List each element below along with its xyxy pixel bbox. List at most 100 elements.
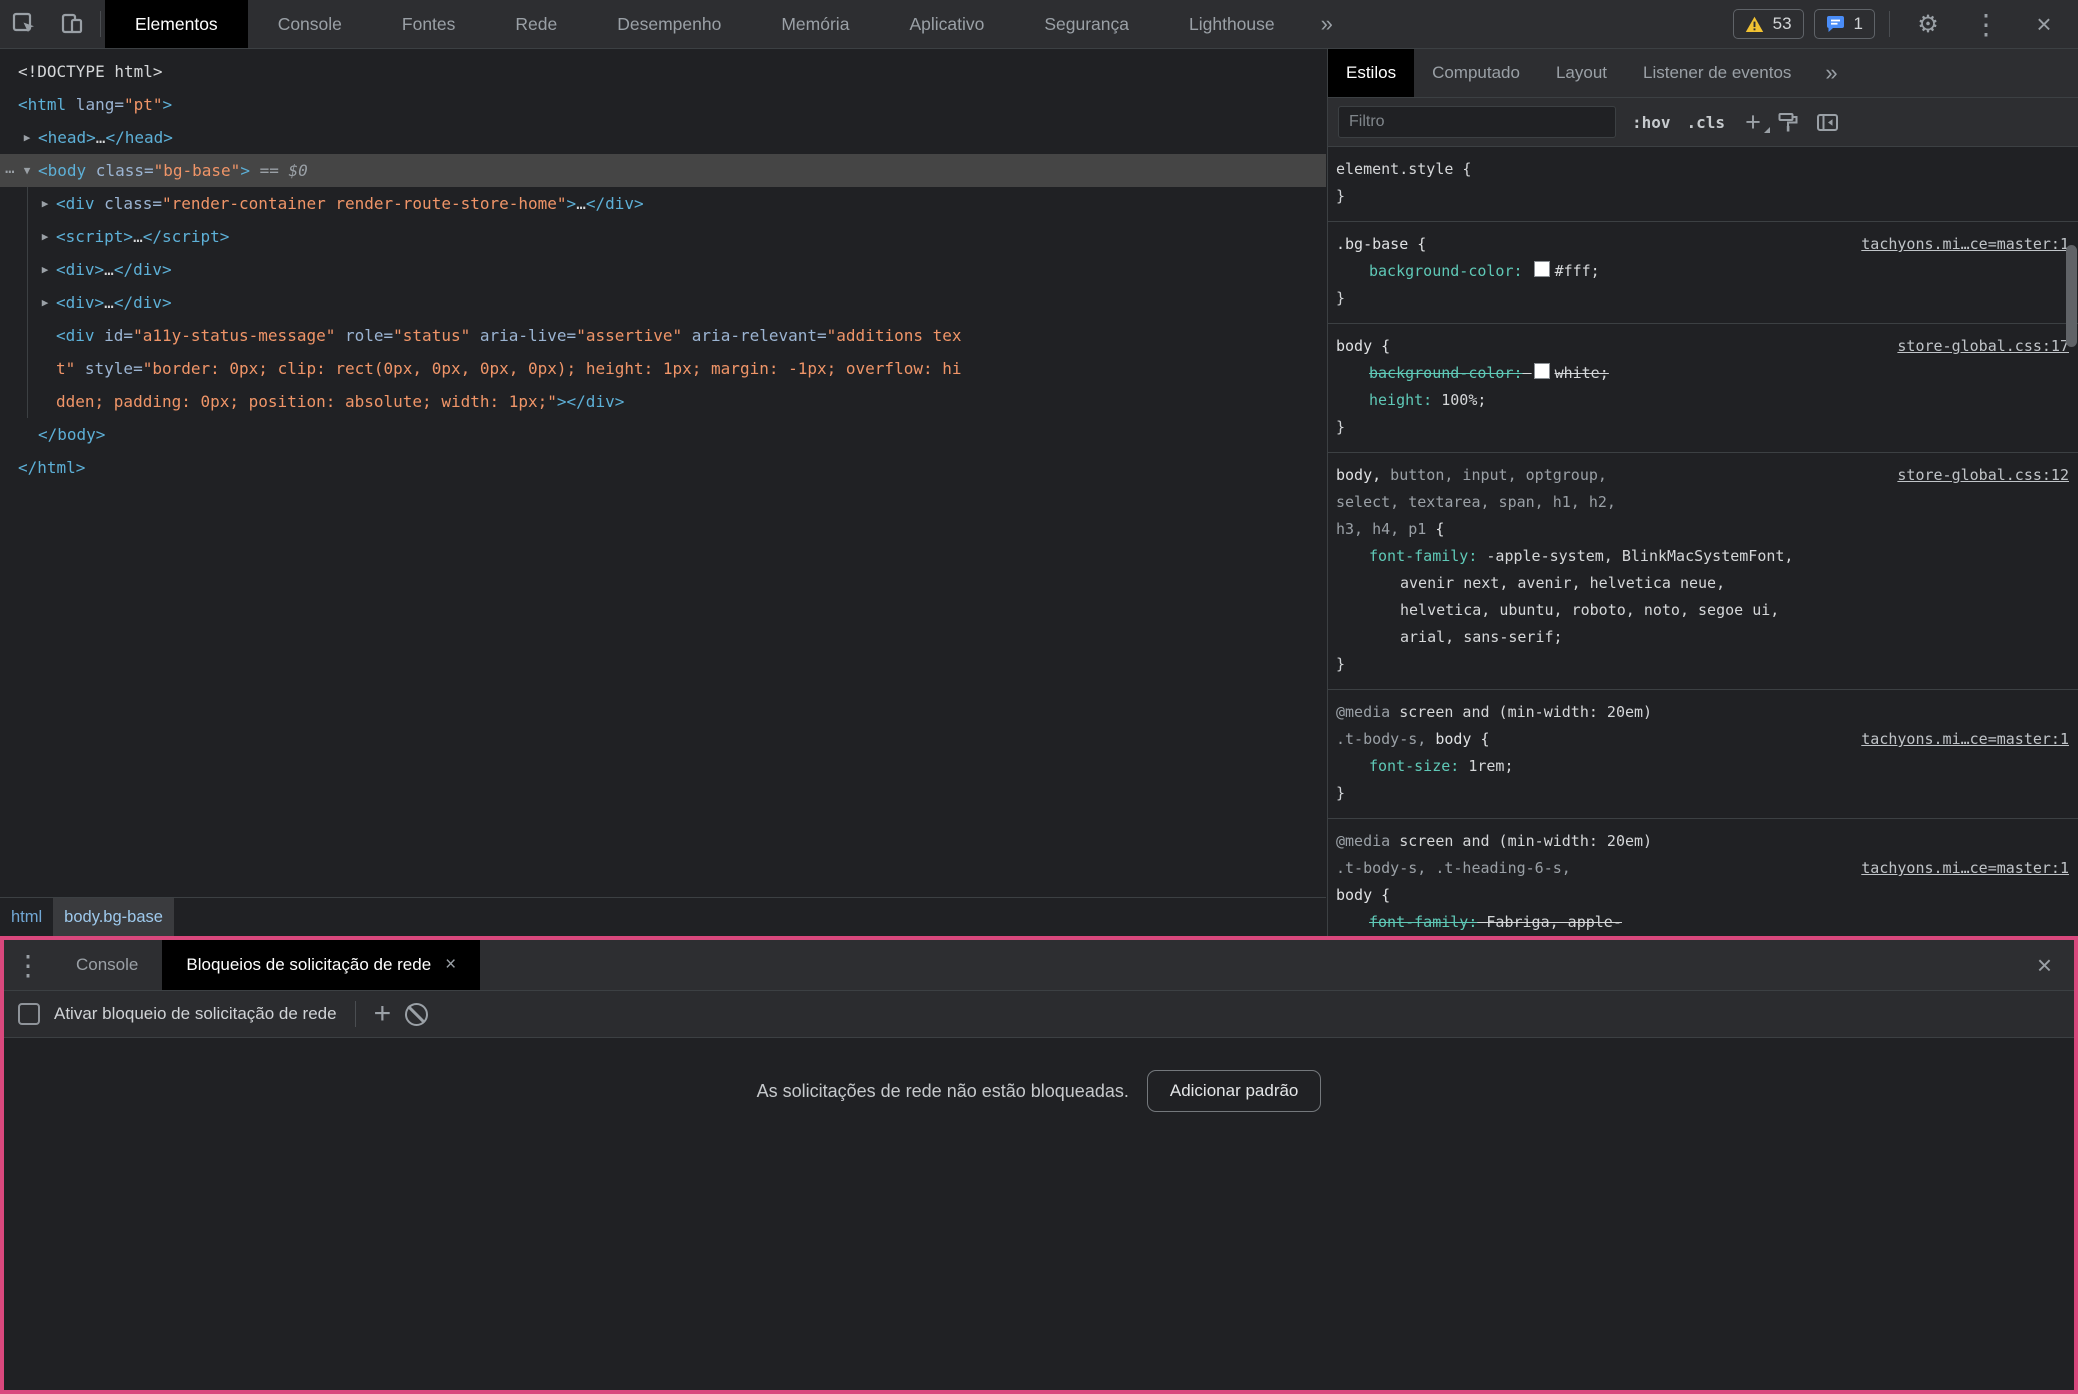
toolbar-separator bbox=[100, 11, 101, 37]
devtools-tab-aplicativo[interactable]: Aplicativo bbox=[879, 0, 1014, 48]
enable-network-blocking-checkbox[interactable] bbox=[18, 1003, 40, 1025]
css-declaration[interactable]: font-family: -apple-system, BlinkMacSyst… bbox=[1336, 543, 2069, 570]
expand-arrow-icon[interactable]: ▶ bbox=[38, 220, 52, 253]
dom-tree-node[interactable]: <div id="a11y-status-message" role="stat… bbox=[0, 319, 1326, 352]
dom-tree: <!DOCTYPE html><html lang="pt">▶<head>…<… bbox=[0, 49, 1326, 897]
inspect-element-icon[interactable] bbox=[0, 0, 48, 48]
css-declaration[interactable]: font-family: Fabriga, apple- bbox=[1336, 909, 2069, 936]
dom-tree-node[interactable]: </html> bbox=[0, 451, 1326, 484]
dom-tree-node[interactable]: ▶<div>…</div> bbox=[0, 253, 1326, 286]
new-style-rule-icon[interactable]: + bbox=[1745, 112, 1761, 132]
enable-network-blocking-label[interactable]: Ativar bloqueio de solicitação de rede bbox=[54, 1004, 337, 1024]
style-rule: body {store-global.css:17background-colo… bbox=[1328, 324, 2078, 453]
drawer-toolbar: Ativar bloqueio de solicitação de rede + bbox=[4, 991, 2074, 1038]
paint-roller-icon[interactable] bbox=[1777, 111, 1800, 134]
more-sidebar-tabs-icon[interactable]: » bbox=[1809, 49, 1853, 97]
stylesheet-link[interactable]: tachyons.mi…ce=master:1 bbox=[1861, 231, 2069, 258]
devtools-tab-elementos[interactable]: Elementos bbox=[105, 0, 248, 48]
devtools-tab-console[interactable]: Console bbox=[248, 0, 372, 48]
expand-arrow-icon[interactable]: ▼ bbox=[20, 154, 34, 187]
dom-tree-node[interactable]: ▶<div class="render-container render-rou… bbox=[0, 187, 1326, 220]
drawer-tab-bloqueios-de-solicitacao-de-rede[interactable]: Bloqueios de solicitação de rede× bbox=[162, 940, 480, 990]
add-pattern-icon[interactable]: + bbox=[374, 1002, 392, 1026]
dom-tree-node[interactable]: t" style="border: 0px; clip: rect(0px, 0… bbox=[0, 352, 1326, 385]
close-devtools-icon[interactable]: × bbox=[2020, 9, 2068, 40]
devtools-tab-desempenho[interactable]: Desempenho bbox=[587, 0, 751, 48]
add-pattern-button[interactable]: Adicionar padrão bbox=[1147, 1070, 1322, 1112]
rule-close-brace: } bbox=[1336, 780, 2069, 807]
close-drawer-icon[interactable]: × bbox=[2029, 940, 2060, 990]
message-bubble-icon bbox=[1826, 15, 1845, 33]
rule-selector[interactable]: select, textarea, span, h1, h2, bbox=[1336, 489, 2069, 516]
drawer-tabs: ConsoleBloqueios de solicitação de rede× bbox=[52, 940, 480, 990]
kebab-menu-icon[interactable]: ⋮ bbox=[1962, 8, 2010, 41]
inspect-cursor-glyph bbox=[11, 11, 37, 37]
dom-tree-node[interactable]: <html lang="pt"> bbox=[0, 88, 1326, 121]
devtools-panel-tabs: ElementosConsoleFontesRedeDesempenhoMemó… bbox=[105, 0, 1305, 48]
dom-tree-node[interactable]: <!DOCTYPE html> bbox=[0, 55, 1326, 88]
devtools-tab-memoria[interactable]: Memória bbox=[751, 0, 879, 48]
dom-tree-node[interactable]: ▶<script>…</script> bbox=[0, 220, 1326, 253]
rule-selector[interactable]: .bg-base {tachyons.mi…ce=master:1 bbox=[1336, 231, 2069, 258]
styles-tab-estilos[interactable]: Estilos bbox=[1328, 49, 1414, 97]
devtools-tab-rede[interactable]: Rede bbox=[485, 0, 587, 48]
devtools-tab-seguranca[interactable]: Segurança bbox=[1014, 0, 1159, 48]
style-rule: element.style {} bbox=[1328, 147, 2078, 222]
rule-selector[interactable]: .t-body-s, .t-heading-6-s,tachyons.mi…ce… bbox=[1336, 855, 2069, 882]
breadcrumb-html[interactable]: html bbox=[0, 898, 53, 936]
drawer-tab-bar: ⋮ ConsoleBloqueios de solicitação de red… bbox=[4, 940, 2074, 991]
styles-tab-listener-de-eventos[interactable]: Listener de eventos bbox=[1625, 49, 1809, 97]
stylesheet-link[interactable]: store-global.css:17 bbox=[1897, 333, 2069, 360]
toggle-sidebar-icon[interactable] bbox=[1816, 111, 1839, 134]
devtools-tab-fontes[interactable]: Fontes bbox=[372, 0, 486, 48]
rule-selector[interactable]: h3, h4, p1 { bbox=[1336, 516, 2069, 543]
rule-selector[interactable]: body, button, input, optgroup,store-glob… bbox=[1336, 462, 2069, 489]
breadcrumb-body-bg-base[interactable]: body.bg-base bbox=[53, 898, 174, 936]
css-rules-list: element.style {}.bg-base {tachyons.mi…ce… bbox=[1328, 147, 2078, 936]
styles-tab-layout[interactable]: Layout bbox=[1538, 49, 1625, 97]
rule-selector[interactable]: .t-body-s, body {tachyons.mi…ce=master:1 bbox=[1336, 726, 2069, 753]
toolbar-right-controls: 53 1 ⚙ ⋮ × bbox=[1733, 0, 2078, 48]
remove-all-patterns-icon[interactable] bbox=[405, 1003, 428, 1026]
style-rule: .bg-base {tachyons.mi…ce=master:1backgro… bbox=[1328, 222, 2078, 324]
dom-tree-node[interactable]: dden; padding: 0px; position: absolute; … bbox=[0, 385, 1326, 418]
expand-arrow-icon[interactable]: ▶ bbox=[38, 286, 52, 319]
node-overflow-dots-icon[interactable]: … bbox=[5, 151, 15, 184]
styles-filter-input[interactable] bbox=[1338, 106, 1616, 138]
scrollbar-thumb[interactable] bbox=[2066, 245, 2077, 347]
expand-arrow-icon[interactable]: ▶ bbox=[20, 121, 34, 154]
rule-close-brace: } bbox=[1336, 285, 2069, 312]
element-class-toggle[interactable]: .cls bbox=[1687, 113, 1726, 132]
device-toolbar-icon[interactable] bbox=[48, 0, 96, 48]
css-declaration[interactable]: background-color: #fff; bbox=[1336, 258, 2069, 285]
css-declaration[interactable]: font-size: 1rem; bbox=[1336, 753, 2069, 780]
rule-selector[interactable]: body { bbox=[1336, 882, 2069, 909]
dom-tree-node[interactable]: ▶<div>…</div> bbox=[0, 286, 1326, 319]
css-declaration[interactable]: background-color: white; bbox=[1336, 360, 2069, 387]
expand-arrow-icon[interactable]: ▶ bbox=[38, 187, 52, 220]
close-tab-icon[interactable]: × bbox=[445, 954, 456, 976]
styles-tab-computado[interactable]: Computado bbox=[1414, 49, 1538, 97]
issues-badge[interactable]: 1 bbox=[1814, 9, 1875, 39]
pseudo-state-toggle[interactable]: :hov bbox=[1632, 113, 1671, 132]
dom-tree-node[interactable]: …▼<body class="bg-base"> == $0 bbox=[0, 154, 1326, 187]
rule-selector[interactable]: body {store-global.css:17 bbox=[1336, 333, 2069, 360]
more-panels-icon[interactable]: » bbox=[1305, 0, 1349, 48]
dom-tree-node[interactable]: </body> bbox=[0, 418, 1326, 451]
color-swatch[interactable] bbox=[1534, 261, 1550, 277]
warning-triangle-icon bbox=[1745, 16, 1764, 33]
css-declaration[interactable]: height: 100%; bbox=[1336, 387, 2069, 414]
settings-gear-icon[interactable]: ⚙ bbox=[1904, 10, 1952, 39]
expand-arrow-icon[interactable]: ▶ bbox=[38, 253, 52, 286]
drawer-menu-icon[interactable]: ⋮ bbox=[4, 940, 52, 990]
stylesheet-link[interactable]: store-global.css:12 bbox=[1897, 462, 2069, 489]
stylesheet-link[interactable]: tachyons.mi…ce=master:1 bbox=[1861, 726, 2069, 753]
stylesheet-link[interactable]: tachyons.mi…ce=master:1 bbox=[1861, 855, 2069, 882]
drawer-tab-console[interactable]: Console bbox=[52, 940, 162, 990]
color-swatch[interactable] bbox=[1534, 363, 1550, 379]
warnings-badge[interactable]: 53 bbox=[1733, 9, 1804, 39]
devtools-tab-lighthouse[interactable]: Lighthouse bbox=[1159, 0, 1305, 48]
rule-selector[interactable]: element.style { bbox=[1336, 156, 2069, 183]
dom-tree-node[interactable]: ▶<head>…</head> bbox=[0, 121, 1326, 154]
rule-close-brace: } bbox=[1336, 651, 2069, 678]
